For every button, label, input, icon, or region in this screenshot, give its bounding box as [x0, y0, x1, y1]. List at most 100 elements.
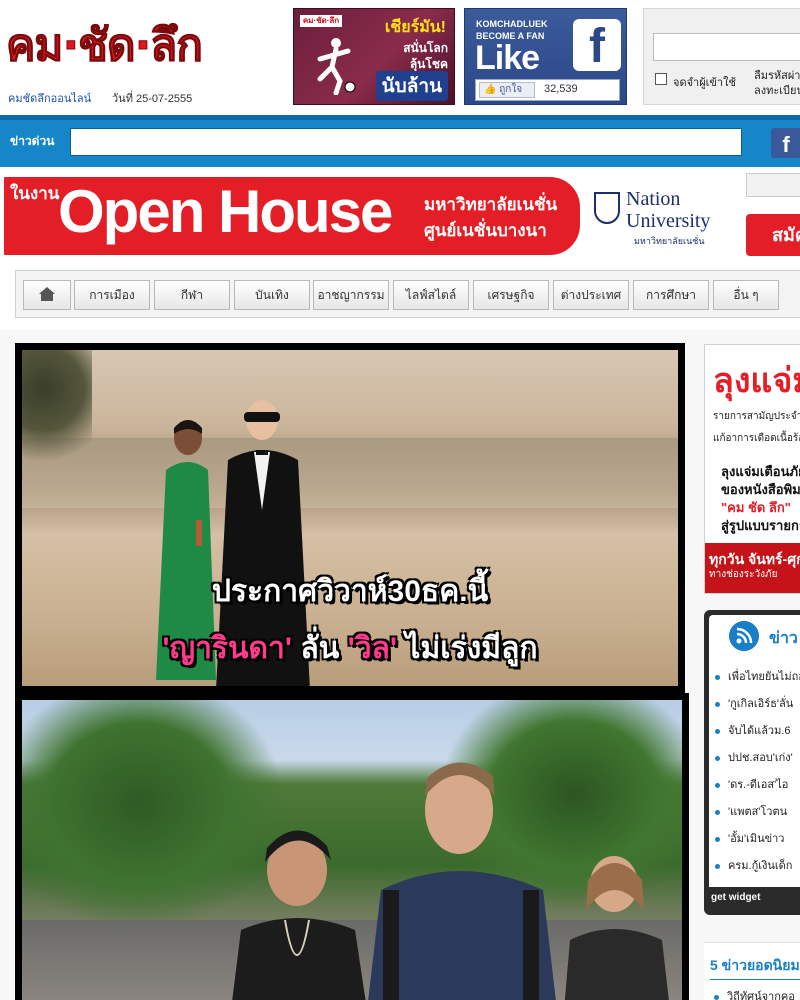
caption-mid: ลั่น	[292, 632, 348, 665]
bullet-icon	[714, 994, 719, 1000]
side-search-input[interactable]	[746, 173, 800, 197]
top5-title: 5 ข่าวยอดนิยม	[710, 957, 800, 973]
list-item-text: ครม.กู้เงินเด็ก	[728, 860, 793, 872]
crest-icon	[594, 192, 620, 224]
fb-like-text: Like	[475, 39, 540, 77]
nav-item-crime[interactable]: อาชญากรรม	[313, 280, 389, 310]
list-item[interactable]: วิถีทัศน์จากคอ	[714, 987, 795, 1000]
widget-news-list: เพื่อไทยยันไม่ถอน 'กูเกิลเอิร์ธ'ลั่น จับ…	[709, 657, 800, 887]
sidebar-ad-footer: ทุกวัน จันทร์-ศุกร์ ทางช่องระวังภัย	[705, 543, 800, 593]
fb-brand-line: KOMCHADLUEK	[476, 19, 548, 29]
get-widget-link[interactable]: get widget	[711, 892, 760, 903]
banner-headline: Open House	[58, 178, 393, 245]
nation-logo-thai: มหาวิทยาลัยเนชั่น	[634, 236, 705, 246]
date-label: วันที่ 25-07-2555	[112, 93, 193, 105]
nav-item-education[interactable]: การศึกษา	[633, 280, 709, 310]
sidebar-ad-line4: สู่รูปแบบรายการ	[721, 518, 800, 533]
nav-item-lifestyle[interactable]: ไลฟ์สไตล์	[393, 280, 469, 310]
facebook-icon[interactable]: f	[771, 128, 800, 158]
list-item[interactable]: 'ดร.-ดีเอส'ไอ	[715, 775, 788, 795]
bullet-icon	[715, 782, 720, 788]
secondary-photo[interactable]	[15, 693, 689, 1000]
list-item-text: 'กูเกิลเอิร์ธ'ลั่น	[728, 698, 794, 710]
top5-news: 5 ข่าวยอดนิยม วิถีทัศน์จากคอ	[704, 942, 800, 1000]
logo-text: คม·ชัด·ลึก	[6, 20, 204, 72]
username-input[interactable]	[653, 33, 800, 61]
site-name[interactable]: คมชัดลึกออนไลน์	[8, 89, 91, 107]
list-item-text: เพื่อไทยยันไม่ถอน	[728, 671, 800, 683]
apply-button[interactable]: สมัคร	[746, 214, 800, 256]
list-item[interactable]: 'กูเกิลเอิร์ธ'ลั่น	[715, 694, 793, 714]
bullet-icon	[715, 701, 720, 707]
home-button[interactable]	[23, 280, 71, 310]
woman-figure	[232, 830, 366, 1000]
site-header: คม·ชัด·ลึก คมชัดลึกออนไลน์ วันที่ 25-07-…	[0, 0, 800, 115]
nation-logo-line2: University	[626, 210, 711, 232]
list-item[interactable]: 'อั้ม'เมินข่าว	[715, 829, 784, 849]
list-item[interactable]: จับได้แล้วม.6	[715, 721, 791, 741]
rss-news-widget: ข่าว เพื่อไทยยันไม่ถอน 'กูเกิลเอิร์ธ'ลั่…	[704, 610, 800, 915]
nav-item-economy[interactable]: เศรษฐกิจ	[473, 280, 549, 310]
remember-checkbox[interactable]	[655, 73, 667, 85]
facebook-fan-box[interactable]: KOMCHADLUEK BECOME A FAN Like f 👍 ถูกใจ …	[464, 8, 627, 105]
woman-figure-background	[564, 856, 669, 1000]
bullet-icon	[715, 674, 720, 680]
nav-item-sports[interactable]: กีฬา	[154, 280, 230, 310]
breaking-news-label: ข่าวด่วน	[10, 134, 55, 148]
breaking-news-ticker[interactable]	[70, 128, 742, 156]
nav-item-entertainment[interactable]: บันเทิง	[234, 280, 310, 310]
sidebar-ad-title: ลุงแจ่ม	[713, 362, 800, 400]
banner-university: มหาวิทยาลัยเนชั่น	[424, 195, 558, 214]
list-item-text: 'แพตส'โวตน	[728, 806, 788, 818]
widget-title: ข่าว	[769, 630, 798, 647]
list-item-text: จับได้แล้วม.6	[728, 725, 791, 737]
open-house-banner[interactable]: ในงาน Open House มหาวิทยาลัยเนชั่น ศูนย์…	[4, 177, 580, 255]
fb-like-count: 32,539	[544, 83, 578, 95]
caption-end: ไม่เร่งมีลูก	[397, 632, 538, 665]
list-item[interactable]: ครม.กู้เงินเด็ก	[715, 856, 792, 876]
fb-like-bar: 👍 ถูกใจ 32,539	[475, 79, 620, 101]
facebook-icon: f	[573, 19, 621, 73]
soccer-player-icon	[317, 38, 356, 95]
list-item[interactable]: ปปช.สอบ'เก่ง'	[715, 748, 793, 768]
bullet-icon	[715, 728, 720, 734]
headline-photo[interactable]: ประกาศวิวาห์30ธค.นี้ 'ญารินดา' ลั่น 'วิล…	[15, 343, 685, 693]
forgot-register-links[interactable]: ลืมรหัสผ่าน ลงทะเบียน	[754, 69, 800, 99]
list-item-text: 'อั้ม'เมินข่าว	[728, 833, 785, 845]
login-panel: จดจำผู้เข้าใช้ ลืมรหัสผ่าน ลงทะเบียน	[643, 8, 800, 105]
nav-item-world[interactable]: ต่างประเทศ	[553, 280, 629, 310]
beach-photo: ประกาศวิวาห์30ธค.นี้ 'ญารินดา' ลั่น 'วิล…	[22, 350, 678, 686]
fb-like-label: ถูกใจ	[499, 84, 523, 95]
banner-campus: ศูนย์เนชั่นบางนา	[424, 221, 547, 240]
nation-logo-line1: Nation	[626, 188, 681, 210]
banner-prefix: ในงาน	[10, 184, 60, 203]
promo-logo: คม·ชัด·ลึก	[300, 15, 342, 27]
main-nav: การเมือง กีฬา บันเทิง อาชญากรรม ไลฟ์สไตล…	[15, 270, 800, 318]
thumbs-up-icon: 👍	[484, 84, 497, 95]
list-item-text: ปปช.สอบ'เก่ง'	[728, 752, 793, 764]
caption-name-1: 'ญารินดา'	[162, 632, 292, 665]
list-item-text: 'ดร.-ดีเอส'ไอ	[728, 779, 789, 791]
promo-line-4: นับล้าน	[375, 71, 448, 101]
tree-area	[22, 350, 92, 480]
list-item[interactable]: 'แพตส'โวตน	[715, 802, 787, 822]
nav-item-politics[interactable]: การเมือง	[74, 280, 150, 310]
photo-caption-line2: 'ญารินดา' ลั่น 'วิล' ไม่เร่งมีลูก	[22, 625, 678, 672]
widget-header: ข่าว	[709, 615, 800, 657]
nav-item-more[interactable]: อื่น ๆ	[713, 280, 779, 310]
sidebar-ad-channel: ทางช่องระวังภัย	[709, 569, 778, 580]
promo-ad-banner[interactable]: คม·ชัด·ลึก เชียร์มัน! สนั่นโลก ลุ้นโชค น…	[293, 8, 455, 105]
park-photo	[22, 700, 682, 1000]
site-logo[interactable]: คม·ชัด·ลึก	[6, 14, 266, 84]
promo-headline: เชียร์มัน!	[384, 19, 446, 36]
caption-name-2: 'วิล'	[347, 632, 398, 665]
bullet-icon	[715, 863, 720, 869]
list-item[interactable]: เพื่อไทยยันไม่ถอน	[715, 667, 800, 687]
remember-label: จดจำผู้เข้าใช้	[673, 77, 736, 89]
sidebar-ad-sub2: แก้อาการเดือดเนื้อร้อนใจ	[713, 433, 800, 444]
nation-university-logo[interactable]: Nation University มหาวิทยาลัยเนชั่น	[594, 188, 734, 250]
sea-area	[22, 438, 678, 508]
sidebar-ad[interactable]: ลุงแจ่ม รายการสามัญประจำบ้าน แก้อาการเดื…	[704, 344, 800, 594]
fb-like-button[interactable]: 👍 ถูกใจ	[479, 82, 535, 98]
bullet-icon	[715, 755, 720, 761]
